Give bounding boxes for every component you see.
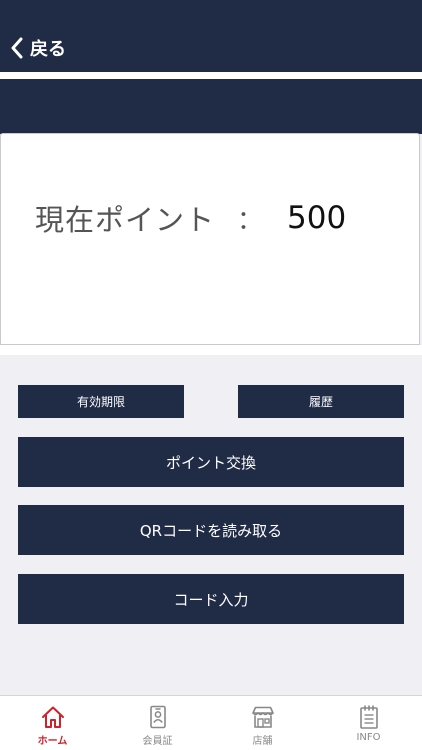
current-points: 現在ポイント ： 500 — [35, 196, 346, 240]
tab-member-card-label: 会員証 — [142, 736, 173, 747]
tab-info-label: INFO — [356, 732, 381, 743]
current-points-value: 500 — [287, 200, 347, 236]
chevron-left-icon — [11, 37, 23, 59]
tab-home-label: ホーム — [37, 736, 68, 747]
card-bottom-strip — [0, 345, 422, 355]
back-label: 戻る — [30, 39, 66, 60]
tab-store-label: 店舗 — [252, 736, 273, 747]
notepad-icon — [359, 705, 378, 729]
history-button[interactable]: 履歴 — [238, 385, 404, 418]
header-divider — [0, 72, 422, 79]
sub-header-bar — [0, 79, 422, 134]
home-icon — [41, 706, 64, 728]
tab-member-card[interactable]: 会員証 — [105, 696, 210, 750]
point-exchange-button[interactable]: ポイント交換 — [18, 437, 404, 487]
expiry-button[interactable]: 有効期限 — [18, 385, 184, 418]
member-card-icon — [149, 705, 166, 729]
app-screen: 戻る 現在ポイント ： 500 有効期限 履歴 ポイント交換 QRコードを読み取… — [0, 0, 422, 750]
tab-home[interactable]: ホーム — [0, 696, 105, 750]
back-button[interactable]: 戻る — [10, 34, 66, 62]
current-points-label: 現在ポイント — [35, 203, 216, 237]
scan-qr-button[interactable]: QRコードを読み取る — [18, 505, 404, 555]
current-points-separator: ： — [237, 205, 264, 236]
tab-bar: ホーム 会員証 店舗 INFO — [0, 695, 422, 750]
tab-info[interactable]: INFO — [316, 696, 421, 750]
tab-store[interactable]: 店舗 — [210, 696, 315, 750]
store-icon — [251, 706, 274, 728]
navigation-bar: 戻る — [0, 0, 422, 72]
code-input-button[interactable]: コード入力 — [18, 574, 404, 624]
